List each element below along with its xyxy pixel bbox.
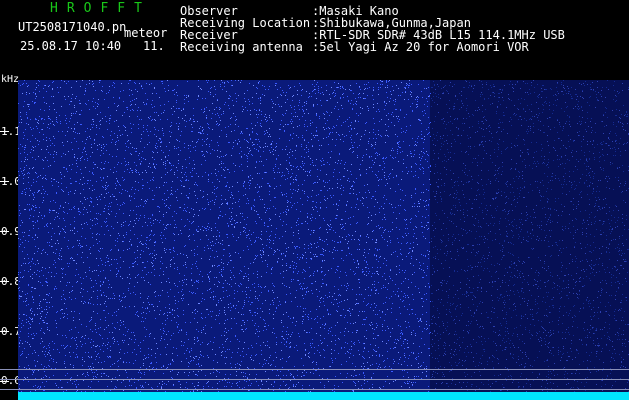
unit-label: kHz bbox=[1, 74, 20, 85]
antenna-value: :5el Yagi Az 20 for Aomori VOR bbox=[312, 40, 529, 54]
antenna-label: Receiving antenna bbox=[180, 40, 303, 54]
datetime-label: 25.08.17 10:40 bbox=[20, 39, 122, 53]
carrier-band bbox=[18, 392, 629, 400]
filename-label: UT2508171040.pn bbox=[18, 20, 127, 34]
hrofft-logo: HROFFT bbox=[50, 1, 151, 16]
ytick-mark bbox=[0, 381, 9, 382]
reference-line bbox=[0, 379, 629, 380]
reference-line bbox=[0, 369, 629, 370]
ytick-mark bbox=[0, 331, 9, 332]
spectrogram-waterfall bbox=[18, 80, 629, 400]
header-panel: HROFFT UT2508171040.pn meteor 25.08.17 1… bbox=[0, 0, 629, 78]
ytick-mark bbox=[0, 281, 9, 282]
ytick-mark bbox=[0, 131, 9, 132]
tag-label: meteor bbox=[124, 26, 168, 40]
count-label: 11. bbox=[143, 39, 165, 53]
ytick-mark bbox=[0, 181, 9, 182]
reference-line bbox=[0, 389, 629, 390]
ytick-mark bbox=[0, 231, 9, 232]
